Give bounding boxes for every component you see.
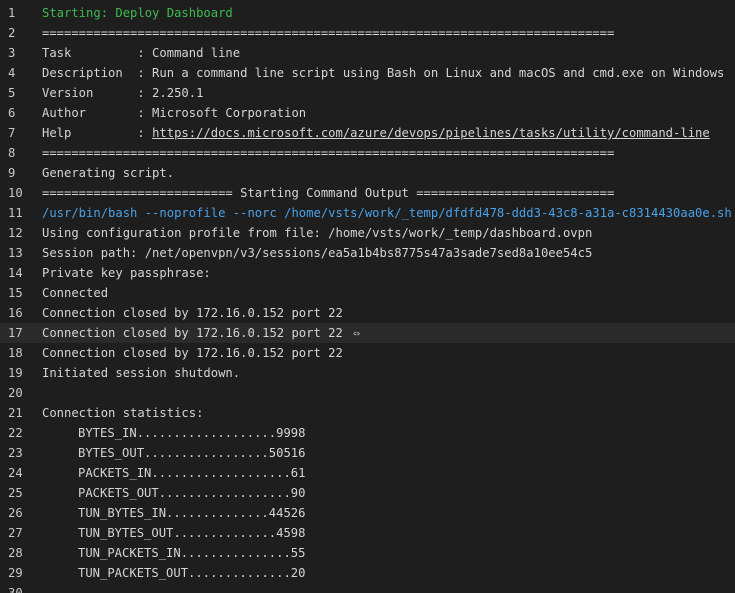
log-line-4: 4 Description : Run a command line script… bbox=[0, 63, 735, 83]
config-profile-line: Using configuration profile from file: /… bbox=[42, 226, 593, 240]
log-line-27: 27 TUN_BYTES_OUT..............4598 bbox=[0, 523, 735, 543]
line-number: 12 bbox=[8, 226, 23, 240]
log-line-25: 25 PACKETS_OUT..................90 bbox=[0, 483, 735, 503]
line-number: 22 bbox=[8, 426, 23, 440]
line-number: 20 bbox=[8, 386, 23, 400]
log-line-5: 5 Version : 2.250.1 bbox=[0, 83, 735, 103]
help-link[interactable]: https://docs.microsoft.com/azure/devops/… bbox=[152, 126, 710, 140]
line-number: 23 bbox=[8, 446, 23, 460]
line-number: 30 bbox=[8, 586, 23, 593]
stat-packets-out: PACKETS_OUT..................90 bbox=[78, 486, 306, 500]
statistics-heading: Connection statistics: bbox=[42, 406, 204, 420]
line-number: 15 bbox=[8, 286, 23, 300]
log-line-18: 18 Connection closed by 172.16.0.152 port… bbox=[0, 343, 735, 363]
log-line-17[interactable]: 17 Connection closed by 172.16.0.152 port… bbox=[0, 323, 735, 343]
log-line-14: 14 Private key passphrase: bbox=[0, 263, 735, 283]
separator-line: ========================================… bbox=[42, 146, 615, 160]
separator-line: ========================================… bbox=[42, 26, 615, 40]
line-number: 29 bbox=[8, 566, 23, 580]
line-number: 24 bbox=[8, 466, 23, 480]
description-line: Description : Run a command line script … bbox=[42, 66, 725, 80]
log-line-23: 23 BYTES_OUT.................50516 bbox=[0, 443, 735, 463]
line-number: 2 bbox=[8, 26, 16, 40]
stat-bytes-out: BYTES_OUT.................50516 bbox=[78, 446, 306, 460]
line-number: 6 bbox=[8, 106, 16, 120]
stat-tun-bytes-out: TUN_BYTES_OUT..............4598 bbox=[78, 526, 306, 540]
log-line-1: 1 Starting: Deploy Dashboard bbox=[0, 3, 735, 23]
line-number: 18 bbox=[8, 346, 23, 360]
line-number: 10 bbox=[8, 186, 23, 200]
session-path-line: Session path: /net/openvpn/v3/sessions/e… bbox=[42, 246, 593, 260]
stat-packets-in: PACKETS_IN...................61 bbox=[78, 466, 306, 480]
line-number: 19 bbox=[8, 366, 23, 380]
log-line-21: 21 Connection statistics: bbox=[0, 403, 735, 423]
log-line-3: 3 Task : Command line bbox=[0, 43, 735, 63]
log-line-13: 13 Session path: /net/openvpn/v3/sessions… bbox=[0, 243, 735, 263]
line-number: 5 bbox=[8, 86, 16, 100]
connection-closed-text: Connection closed by 172.16.0.152 port 2… bbox=[42, 326, 343, 340]
help-line: Help : https://docs.microsoft.com/azure/… bbox=[42, 123, 735, 143]
task-line: Task : Command line bbox=[42, 46, 241, 60]
log-line-19: 19 Initiated session shutdown. bbox=[0, 363, 735, 383]
stat-tun-bytes-in: TUN_BYTES_IN..............44526 bbox=[78, 506, 306, 520]
log-line-26: 26 TUN_BYTES_IN..............44526 bbox=[0, 503, 735, 523]
line-number: 3 bbox=[8, 46, 16, 60]
link-icon[interactable]: ⇔ bbox=[353, 323, 360, 343]
line-number: 11 bbox=[8, 206, 23, 220]
log-line-11: 11/usr/bin/bash --noprofile --norc /home… bbox=[0, 203, 735, 223]
command-line: /usr/bin/bash --noprofile --norc /home/v… bbox=[42, 206, 732, 220]
version-line: Version : 2.250.1 bbox=[42, 86, 204, 100]
log-viewer: 1 Starting: Deploy Dashboard 2 ===========… bbox=[0, 0, 735, 593]
line-number: 4 bbox=[8, 66, 16, 80]
connection-closed-line: Connection closed by 172.16.0.152 port 2… bbox=[42, 323, 735, 343]
log-line-8: 8 =======================================… bbox=[0, 143, 735, 163]
step-start-text: Starting: Deploy Dashboard bbox=[42, 6, 233, 20]
generating-script-line: Generating script. bbox=[42, 166, 175, 180]
line-number: 27 bbox=[8, 526, 23, 540]
command-output-separator: ========================== Starting Comm… bbox=[42, 186, 615, 200]
log-line-6: 6 Author : Microsoft Corporation bbox=[0, 103, 735, 123]
log-line-30: 30 bbox=[0, 583, 735, 593]
log-line-20: 20 bbox=[0, 383, 735, 403]
session-shutdown-line: Initiated session shutdown. bbox=[42, 366, 241, 380]
line-number: 1 bbox=[8, 6, 16, 20]
line-number: 8 bbox=[8, 146, 16, 160]
line-number: 21 bbox=[8, 406, 23, 420]
line-number: 16 bbox=[8, 306, 23, 320]
log-line-9: 9 Generating script. bbox=[0, 163, 735, 183]
log-line-22: 22 BYTES_IN...................9998 bbox=[0, 423, 735, 443]
log-line-10: 10 ========================== Starting Co… bbox=[0, 183, 735, 203]
stat-bytes-in: BYTES_IN...................9998 bbox=[78, 426, 306, 440]
line-number: 7 bbox=[8, 126, 16, 140]
stat-tun-packets-in: TUN_PACKETS_IN...............55 bbox=[78, 546, 306, 560]
connection-closed-line: Connection closed by 172.16.0.152 port 2… bbox=[42, 306, 343, 320]
log-line-12: 12 Using configuration profile from file:… bbox=[0, 223, 735, 243]
connected-line: Connected bbox=[42, 286, 109, 300]
log-line-24: 24 PACKETS_IN...................61 bbox=[0, 463, 735, 483]
line-number: 26 bbox=[8, 506, 23, 520]
connection-closed-line: Connection closed by 172.16.0.152 port 2… bbox=[42, 346, 343, 360]
line-number: 17 bbox=[8, 326, 23, 340]
log-line-29: 29 TUN_PACKETS_OUT..............20 bbox=[0, 563, 735, 583]
line-number: 25 bbox=[8, 486, 23, 500]
help-label: Help : bbox=[42, 126, 153, 140]
log-line-28: 28 TUN_PACKETS_IN...............55 bbox=[0, 543, 735, 563]
log-line-7: 7 Help : https://docs.microsoft.com/azure… bbox=[0, 123, 735, 143]
log-line-2: 2 =======================================… bbox=[0, 23, 735, 43]
passphrase-line: Private key passphrase: bbox=[42, 266, 211, 280]
line-number: 14 bbox=[8, 266, 23, 280]
line-number: 13 bbox=[8, 246, 23, 260]
line-number: 9 bbox=[8, 166, 16, 180]
log-line-16: 16 Connection closed by 172.16.0.152 port… bbox=[0, 303, 735, 323]
author-line: Author : Microsoft Corporation bbox=[42, 106, 307, 120]
stat-tun-packets-out: TUN_PACKETS_OUT..............20 bbox=[78, 566, 306, 580]
line-number: 28 bbox=[8, 546, 23, 560]
log-line-15: 15 Connected bbox=[0, 283, 735, 303]
